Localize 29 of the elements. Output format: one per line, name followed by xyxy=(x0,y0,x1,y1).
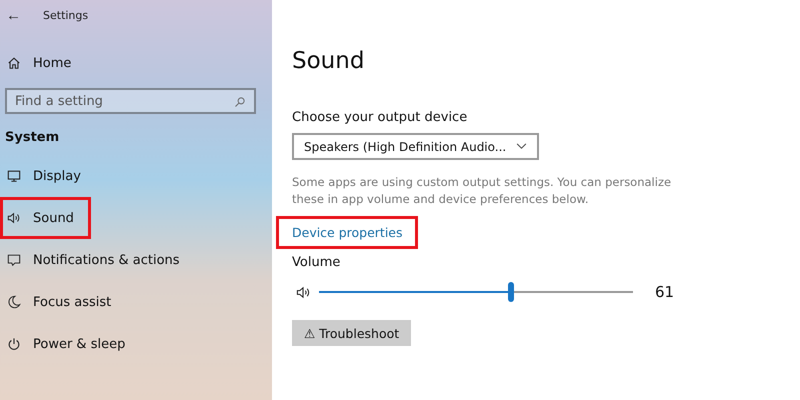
output-device-label: Choose your output device xyxy=(292,110,468,125)
home-icon xyxy=(7,56,21,70)
moon-icon xyxy=(7,295,21,309)
search-icon xyxy=(234,96,246,108)
volume-value: 61 xyxy=(655,283,674,301)
slider-thumb[interactable] xyxy=(508,282,514,302)
speaker-icon xyxy=(296,284,311,300)
home-nav-item[interactable]: Home xyxy=(0,42,78,84)
section-heading: System xyxy=(4,129,60,147)
sidebar-item[interactable]: Display xyxy=(0,155,88,197)
sidebar-item[interactable]: Power & sleep xyxy=(0,323,132,365)
volume-label: Volume xyxy=(292,255,340,270)
output-device-dropdown[interactable]: Speakers (High Definition Audio... xyxy=(292,133,539,160)
monitor-icon xyxy=(7,169,21,183)
chevron-down-icon xyxy=(516,143,527,150)
device-properties-link[interactable]: Device properties xyxy=(276,216,418,249)
sidebar-item[interactable]: Sound xyxy=(0,197,91,239)
description-text: Some apps are using custom output settings. You can personalize these in app volume and device preferences below. xyxy=(292,174,672,208)
speaker-icon xyxy=(7,211,21,225)
back-button[interactable]: ← xyxy=(4,6,23,24)
search-field[interactable]: Find a setting xyxy=(5,88,256,114)
power-icon xyxy=(7,337,21,351)
volume-slider[interactable] xyxy=(319,282,633,302)
window-title: Settings xyxy=(43,8,88,22)
message-icon xyxy=(7,253,21,267)
page-title: Sound xyxy=(292,48,364,74)
sidebar-item[interactable]: Notifications & actions xyxy=(0,239,187,281)
sidebar-item[interactable]: Focus assist xyxy=(0,281,118,323)
troubleshoot-button[interactable]: ⚠ Troubleshoot xyxy=(292,320,412,346)
